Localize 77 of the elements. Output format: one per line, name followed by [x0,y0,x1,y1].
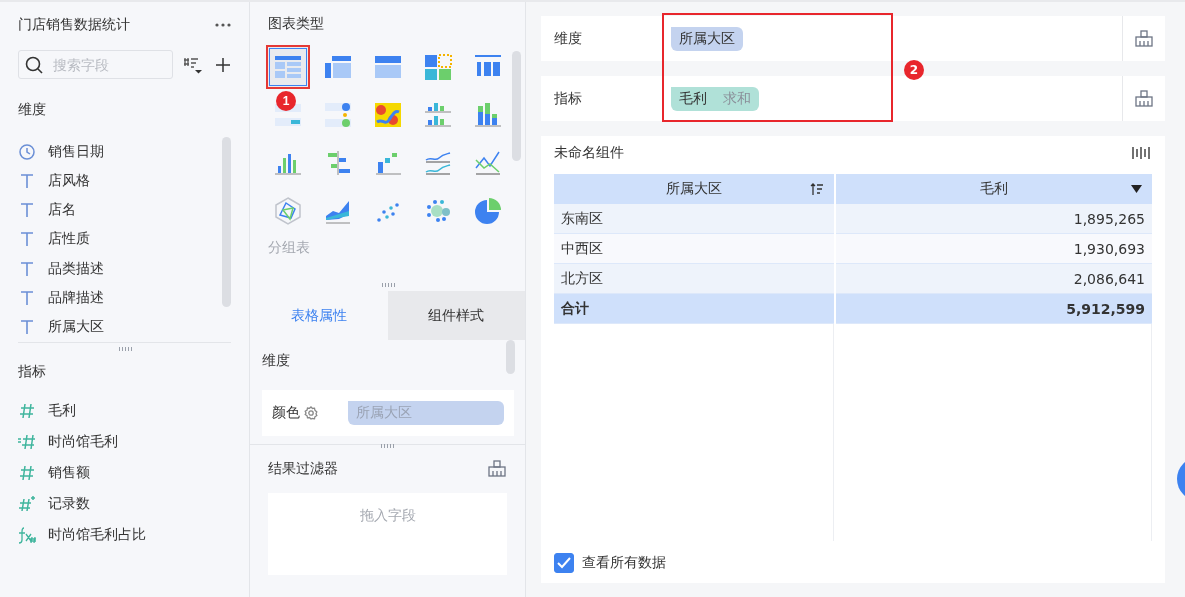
text-type-icon [18,318,36,337]
dimension-label: 维度 [553,29,583,48]
measure-field[interactable]: 时尚馆毛利 [48,432,118,451]
broom-icon[interactable] [1134,28,1154,49]
more-icon[interactable] [215,23,231,27]
text-type-icon [18,259,36,278]
dimension-field[interactable]: 品类描述 [48,259,104,278]
stacked-bar-icon [473,100,503,130]
panel-tab[interactable]: 组件样式 [387,290,525,341]
hash-star-icon [18,494,36,513]
search-input[interactable]: 搜索字段 [51,55,161,74]
dimension-field[interactable]: 店名 [48,201,76,220]
section-header: 结果过滤器 [268,460,338,478]
radar-icon [273,196,303,226]
dimension-field[interactable]: 店性质 [48,230,90,249]
measure-field[interactable]: 毛利 [48,401,76,420]
dropdown-icon[interactable] [1131,185,1142,193]
dot-list-icon [323,100,353,130]
measure-field[interactable]: 时尚馆毛利占比 [48,525,146,544]
section-header: 维度 [262,352,291,371]
table-cell: 中西区 [554,234,834,264]
chart-type-label: 分组表 [268,239,311,257]
treemap-icon [423,52,453,82]
table-cell: 北方区 [554,264,834,294]
checkbox[interactable] [554,553,574,573]
text-type-icon [18,171,36,190]
scrollbar[interactable] [506,340,515,375]
widget-title: 未命名组件 [554,144,624,162]
pie-chart-icon [473,196,503,226]
dimension-field[interactable]: 销售日期 [48,142,104,161]
search-icon [25,55,43,74]
measure-field[interactable]: 销售额 [48,463,90,482]
measure-label: 指标 [553,89,583,108]
grouped-bar-icon [423,100,453,130]
resize-handle[interactable] [117,347,132,351]
broom-icon[interactable] [487,459,507,479]
broom-icon[interactable] [1134,88,1154,109]
total-cell: 合计 [554,294,834,324]
dataset-title: 门店销售数据统计 [18,16,130,34]
section-header: 指标 [18,363,47,381]
dimension-field[interactable]: 所属大区 [48,318,104,337]
heatmap-icon [373,100,403,130]
checkbox-label[interactable]: 查看所有数据 [582,554,666,572]
dimension-field[interactable]: 店风格 [48,171,90,190]
column-header[interactable]: 毛利 [836,174,1152,204]
hash-icon [18,401,36,420]
total-cell: 5,912,599 [836,294,1152,324]
scrollbar[interactable] [512,51,521,161]
column-header[interactable]: 所属大区 [554,174,834,204]
resize-handle[interactable] [380,444,394,448]
linked-hash-icon [18,432,36,451]
scrollbar[interactable] [222,137,231,307]
checkmark-icon [557,557,571,569]
measure-pill[interactable]: 毛利 求和 [671,86,759,111]
measure-field[interactable]: 记录数 [48,494,90,513]
formula-icon [18,525,36,544]
annotation-badge: 1 [276,91,296,111]
resize-handle[interactable] [380,283,395,287]
table-cell: 1,930,693 [836,234,1152,264]
add-icon[interactable] [215,56,231,73]
color-label: 颜色 [272,404,300,423]
table-cell: 东南区 [554,204,834,234]
hash-icon [18,463,36,482]
dimension-field[interactable]: 品牌描述 [48,289,104,308]
sort-icon[interactable] [810,182,824,196]
gear-icon[interactable] [304,406,318,421]
table-cell: 1,895,265 [836,204,1152,234]
bar-code-icon[interactable] [1132,146,1150,160]
section-header: 维度 [18,101,47,119]
clock-icon [18,142,36,161]
section-header: 图表类型 [268,15,325,33]
text-type-icon [18,201,36,220]
dimension-pill[interactable]: 所属大区 [671,26,743,51]
table-cell: 2,086,641 [836,264,1152,294]
search-field[interactable]: 搜索字段 [18,50,173,79]
text-type-icon [18,230,36,249]
text-type-icon [18,289,36,308]
